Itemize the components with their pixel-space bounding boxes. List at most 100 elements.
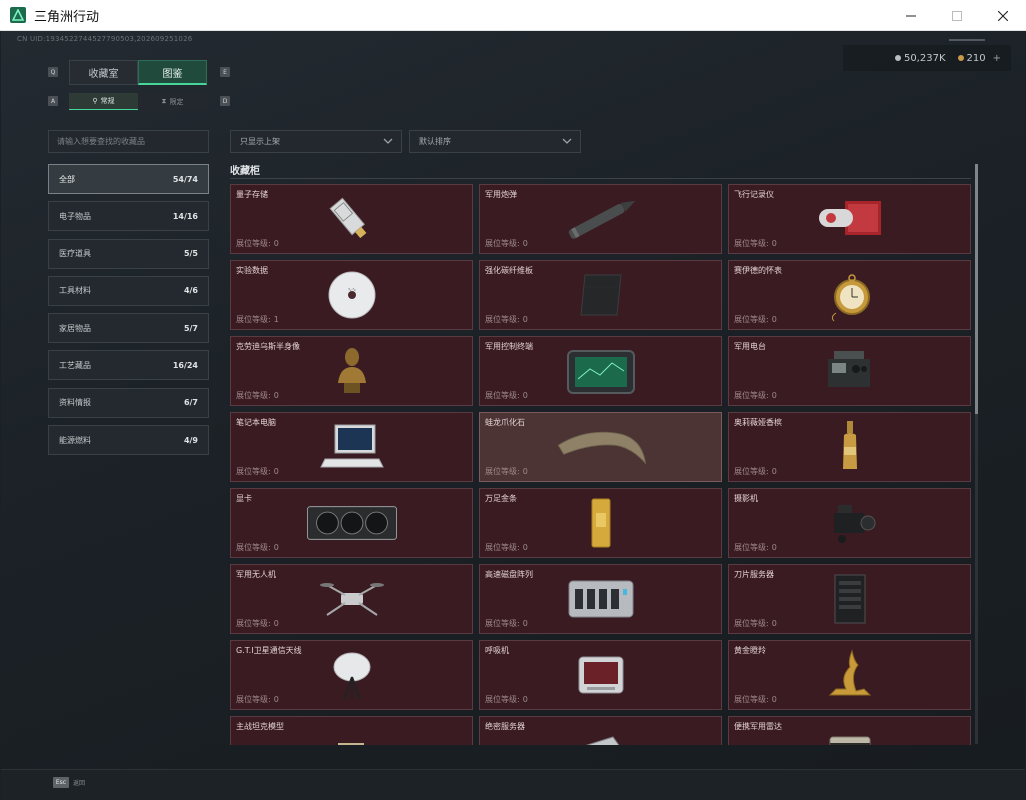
collection-card[interactable]: 黄金瞪羚 展位等级: 0 xyxy=(728,640,971,710)
flight-recorder-icon xyxy=(800,191,900,247)
booth-level: 展位等级: 1 xyxy=(236,314,279,325)
item-name: 强化碳纤维板 xyxy=(485,266,533,275)
shelf-filter-dropdown[interactable]: 只显示上架 xyxy=(230,130,402,153)
category-name: 能源燃料 xyxy=(59,435,91,445)
tab-collection-room[interactable]: 收藏室 xyxy=(69,60,138,85)
collection-card[interactable]: 奥莉薇娅香槟 展位等级: 0 xyxy=(728,412,971,482)
booth-level: 展位等级: 0 xyxy=(236,390,279,401)
collection-card[interactable]: 量子存储 展位等级: 0 xyxy=(230,184,473,254)
booth-level-value: 0 xyxy=(522,619,528,628)
collection-card[interactable]: 实验数据 ∿∿ 展位等级: 1 xyxy=(230,260,473,330)
collection-grid: 量子存储 展位等级: 0 军用炮弹 展位等级: 0 飞行记录仪 展位等级: 0 实验数据 ∿∿ 展位等… xyxy=(230,184,972,745)
back-button[interactable]: Esc 返回 xyxy=(53,777,85,788)
video-camera-icon xyxy=(800,495,900,551)
shelf-filter-value: 只显示上架 xyxy=(240,137,280,146)
category-item[interactable]: 能源燃料 4/9 xyxy=(48,425,209,456)
item-name: 飞行记录仪 xyxy=(734,190,774,199)
booth-level: 展位等级: 0 xyxy=(485,314,528,325)
collection-card[interactable]: 军用炮弹 展位等级: 0 xyxy=(479,184,722,254)
booth-level-label: 展位等级: xyxy=(485,315,520,324)
booth-level-label: 展位等级: xyxy=(236,619,271,628)
collection-card[interactable]: G.T.I卫星通信天线 展位等级: 0 xyxy=(230,640,473,710)
booth-level-label: 展位等级: xyxy=(485,543,520,552)
category-item[interactable]: 医疗道具 5/5 xyxy=(48,238,209,269)
collection-card[interactable]: 绝密服务器展位等级:0 xyxy=(479,716,722,745)
collection-card[interactable]: 便携军用雷达展位等级:0 xyxy=(728,716,971,745)
limited-icon: ⧗ xyxy=(161,97,167,105)
collection-card[interactable]: 军用电台 展位等级: 0 xyxy=(728,336,971,406)
add-currency-button[interactable]: + xyxy=(993,53,1001,64)
booth-level-value: 0 xyxy=(273,695,279,704)
close-button[interactable] xyxy=(980,0,1026,31)
category-count: 14/16 xyxy=(172,211,198,221)
collection-card[interactable]: 显卡 展位等级: 0 xyxy=(230,488,473,558)
drone-icon xyxy=(302,571,402,627)
secret-server-icon xyxy=(551,723,651,745)
gold-coin-icon xyxy=(957,55,964,61)
item-name: 万足金条 xyxy=(485,494,517,503)
gold-balance[interactable]: 210 + xyxy=(957,53,1001,64)
collection-card[interactable]: 摄影机 展位等级: 0 xyxy=(728,488,971,558)
booth-level: 展位等级: 0 xyxy=(236,238,279,249)
booth-level-label: 展位等级: xyxy=(734,543,769,552)
collection-card[interactable]: 蛙龙爪化石 展位等级: 0 xyxy=(479,412,722,482)
tab-catalog[interactable]: 图鉴 xyxy=(138,60,207,85)
sort-dropdown[interactable]: 默认排序 xyxy=(409,130,581,153)
collection-card[interactable]: 军用无人机 展位等级: 0 xyxy=(230,564,473,634)
prev-tab-key[interactable]: Q xyxy=(48,67,58,77)
booth-level-value: 0 xyxy=(273,543,279,552)
booth-level: 展位等级: 0 xyxy=(734,466,777,477)
collection-card[interactable]: 赛伊德的怀表 展位等级: 0 xyxy=(728,260,971,330)
window-title: 三角洲行动 xyxy=(34,9,100,25)
grid-scrollbar[interactable] xyxy=(975,164,978,744)
minimize-button[interactable] xyxy=(888,0,934,31)
tab-regular[interactable]: ⚲ 常规 xyxy=(69,93,138,110)
item-name: 笔记本电脑 xyxy=(236,418,276,427)
collection-card[interactable]: 强化碳纤维板 展位等级: 0 xyxy=(479,260,722,330)
booth-level-label: 展位等级: xyxy=(236,391,271,400)
booth-level-value: 0 xyxy=(771,239,777,248)
booth-level-value: 0 xyxy=(771,619,777,628)
booth-level-value: 0 xyxy=(273,239,279,248)
booth-level-value: 0 xyxy=(771,467,777,476)
category-item[interactable]: 家居物品 5/7 xyxy=(48,313,209,344)
category-name: 工具材料 xyxy=(59,286,91,296)
booth-level: 展位等级: 0 xyxy=(734,238,777,249)
collection-card[interactable]: 刀片服务器 展位等级: 0 xyxy=(728,564,971,634)
next-tab-key[interactable]: E xyxy=(220,67,230,77)
prev-subtab-key[interactable]: A xyxy=(48,96,58,106)
category-count: 16/24 xyxy=(172,360,198,370)
carbon-fiber-plate-icon xyxy=(551,267,651,323)
collection-card[interactable]: 主战坦克模型展位等级:0 xyxy=(230,716,473,745)
collection-card[interactable]: 高速磁盘阵列 展位等级: 0 xyxy=(479,564,722,634)
collection-card[interactable]: 飞行记录仪展位等级: 0 xyxy=(728,184,971,254)
golden-gazelle-icon xyxy=(800,647,900,703)
booth-level-label: 展位等级: xyxy=(485,695,520,704)
maximize-button[interactable] xyxy=(934,0,980,31)
booth-level-value: 0 xyxy=(771,543,777,552)
collection-card[interactable]: 军用控制终端 展位等级: 0 xyxy=(479,336,722,406)
category-item[interactable]: 电子物品 14/16 xyxy=(48,201,209,232)
search-input[interactable] xyxy=(48,130,209,153)
booth-level-label: 展位等级: xyxy=(236,467,271,476)
booth-level-value: 0 xyxy=(522,315,528,324)
category-item[interactable]: 工具材料 4/6 xyxy=(48,275,209,306)
military-radio-icon xyxy=(800,343,900,399)
category-item[interactable]: 资料情报 6/7 xyxy=(48,387,209,418)
collection-card[interactable]: 呼吸机 展位等级: 0 xyxy=(479,640,722,710)
booth-level: 展位等级: 0 xyxy=(485,238,528,249)
booth-level: 展位等级: 0 xyxy=(485,542,528,553)
collection-card[interactable]: 笔记本电脑 展位等级: 0 xyxy=(230,412,473,482)
collection-card[interactable]: 万足金条展位等级: 0 xyxy=(479,488,722,558)
category-name: 全部 xyxy=(59,174,75,184)
category-count: 4/9 xyxy=(183,435,198,445)
scrollbar-thumb[interactable] xyxy=(975,164,978,414)
next-subtab-key[interactable]: D xyxy=(220,96,230,106)
booth-level-value: 0 xyxy=(522,543,528,552)
category-item[interactable]: 工艺藏品 16/24 xyxy=(48,350,209,381)
collection-card[interactable]: 克劳迪乌斯半身像 展位等级: 0 xyxy=(230,336,473,406)
disk-array-icon xyxy=(551,571,651,627)
category-item[interactable]: 全部 54/74 xyxy=(48,164,209,194)
tab-limited[interactable]: ⧗ 限定 xyxy=(138,93,207,110)
back-label: 返回 xyxy=(73,780,86,787)
